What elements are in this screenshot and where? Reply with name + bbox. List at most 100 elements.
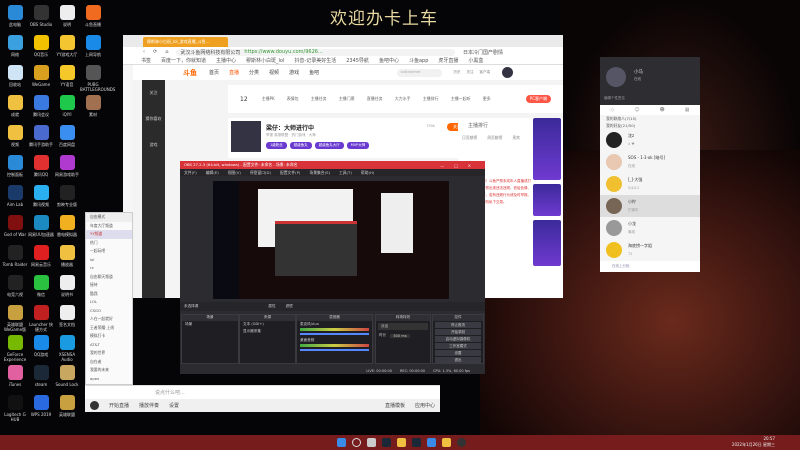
desktop-icon[interactable]: 网易云音乐 [28,245,54,267]
mode-select[interactable]: 自由模式 [86,213,132,222]
channel-item[interactable]: 王者荣耀·上线 [86,324,132,333]
tool-item[interactable]: 直播任务 [367,96,383,102]
sidebar-item[interactable]: 猜你喜欢 [142,106,165,132]
signature-field[interactable]: 编辑个性签名 [604,96,625,101]
channel-item[interactable]: 一起玩吧 [86,247,132,256]
menu-item[interactable]: 停靠窗口(D) [250,170,271,176]
channel-item[interactable]: 我要的未来 [86,366,132,375]
desktop-icon[interactable]: 说明书 [54,275,80,297]
bookmark[interactable]: 虎牙直播 [438,57,458,64]
bookmark[interactable]: 2345导航 [346,57,369,64]
nav-item[interactable]: 直播 [229,69,239,76]
desktop-icon[interactable]: 网易UU加速器 [28,215,54,237]
desktop-icon[interactable]: 网络 [2,35,28,57]
control-button[interactable]: 工作室模式 [435,343,481,349]
desktop-icon[interactable]: PUBG BATTLEGROUNDS [80,65,115,92]
browser-icon[interactable] [427,438,436,447]
desktop-icon[interactable]: Launcher 快捷方式 [28,305,54,332]
qq-footer[interactable]: 在线上分批 [600,261,700,272]
nav-item[interactable]: 视频 [269,69,279,76]
task-view-icon[interactable] [367,438,376,447]
badge-tag[interactable]: 超级鱼丸 [289,142,312,149]
sidebar-item[interactable]: 游戏 [142,132,165,158]
chat-tool[interactable]: 开始直播 [109,402,129,409]
desktop-icon[interactable]: YY游戏大厅 [54,35,80,57]
channel-item[interactable]: CSGO [86,307,132,316]
menu-item[interactable]: 配置文件(P) [280,170,300,176]
desktop-icon[interactable]: 百度网盘 [54,125,80,147]
desktop-icon[interactable]: 网易游戏助手 [54,155,80,177]
desktop-icon[interactable]: OBS Studio [28,5,54,27]
channel-item[interactable]: 酷我 [86,290,132,299]
control-button[interactable]: 退出 [435,357,481,363]
desktop-icon[interactable]: GeForce Experience [2,335,28,362]
search-icon[interactable] [352,438,361,447]
desktop-icon[interactable]: Logitech G HUB [2,395,28,422]
desktop-icon[interactable]: QQ游戏 [28,335,54,357]
desktop-icon[interactable]: iTunes [2,365,28,387]
badge-tag[interactable]: MVP大神 [346,142,370,149]
desktop-icon[interactable]: Aim Lab [2,185,28,207]
bookmark[interactable]: 百度一下，你就知道 [161,57,206,64]
refresh-icon[interactable]: ⟳ [153,49,157,55]
desktop-icon[interactable]: steam [28,365,54,387]
friend-item[interactable]: 海底捞一字姐 72 [600,239,700,261]
friend-item[interactable]: [_]·大强 5/4/11 [600,173,700,195]
side-tab[interactable]: 贵宾 [512,135,520,141]
bookmark[interactable]: 小黑盒 [468,57,483,64]
contact-group[interactable]: 我的好友(21/50) [600,122,700,129]
site-search-input[interactable]: lolstreamer [396,68,442,77]
badge-tag[interactable]: 超级鱼丸大厅 [314,142,344,149]
bookmark[interactable]: 书签 [141,57,151,64]
channel-item[interactable]: 模拟打卡 [86,332,132,341]
header-link[interactable]: 关注 [467,70,474,75]
channel-item[interactable]: YY频道 [86,230,132,239]
desktop-icon[interactable]: 回收站 [2,65,28,87]
channel-item[interactable]: apex [86,375,132,384]
tool-item[interactable]: 主播PK [262,96,275,102]
desktop-icon[interactable]: 剪映专业版 [54,185,80,207]
contacts-tab-icon[interactable]: ☺ [634,107,639,113]
scene-item[interactable]: 场景 [182,321,238,328]
desktop-icon[interactable]: WPS 2019 [28,395,54,417]
source-item[interactable]: 文本 (GDI+) [240,321,295,328]
desktop-icon[interactable]: QQ音乐 [28,35,54,57]
desktop-icon[interactable]: Sound Lock [54,365,80,387]
menu-item[interactable]: 帮助(H) [361,170,374,176]
clock[interactable]: 20:57 2022年1月26日 星期三 [732,436,775,448]
desktop-icon[interactable]: 英雄联盟WeGame版 [2,305,28,332]
transition-select[interactable]: 淡出 [378,323,428,330]
desktop-icon[interactable]: 上网导航 [80,35,106,57]
duration-input[interactable]: 300 ms [390,333,410,338]
desktop-icon[interactable]: iQIYI [54,95,80,117]
source-item[interactable]: 显示器采集 [240,328,295,335]
yy-icon[interactable] [397,438,406,447]
friend-item[interactable]: SOS - 1·3·ok [暗号] 在线 [600,151,700,173]
control-button[interactable]: 开始录制 [435,329,481,335]
channel-item[interactable]: lol [86,256,132,265]
chat-tool[interactable]: 直播模板 [385,402,405,409]
chat-tool[interactable]: 设置 [169,402,179,409]
menu-item[interactable]: 场景集合(S) [309,170,330,176]
header-link[interactable]: 客户端 [480,70,491,75]
chat-input[interactable]: 说点什么吧... [155,389,185,396]
badge-tag[interactable]: 1级粉丝 [266,142,287,149]
desktop-icon[interactable]: 腾讯QQ [28,155,54,177]
ad-banner[interactable] [533,184,561,216]
side-tab[interactable]: 日贡献榜 [462,135,477,141]
desktop-icon[interactable]: 电竞六视 [2,275,28,297]
friend-item[interactable]: 沈z 4 ♥ [600,129,700,151]
desktop-icon[interactable]: 斗鱼直播 [80,5,106,27]
url-field[interactable]: 武汉斗鱼网络科技有限公司 https://www.douyu.com/9626..… [176,48,455,56]
tool-item[interactable]: 主播门票 [339,96,355,102]
message-tab-icon[interactable]: ◇ [610,107,614,113]
side-tab[interactable]: 周贡献榜 [487,135,502,141]
nav-item[interactable]: 首页 [209,69,219,76]
tool-item[interactable]: 主播任务 [311,96,327,102]
tool-item[interactable]: 表情包 [287,96,299,102]
friend-item[interactable]: 小柠 忙碌中 [600,195,700,217]
channel-item[interactable]: LOL [86,298,132,307]
start-icon[interactable] [337,438,346,447]
nav-item[interactable]: 游戏 [289,69,299,76]
channel-item[interactable]: rx [86,264,132,273]
